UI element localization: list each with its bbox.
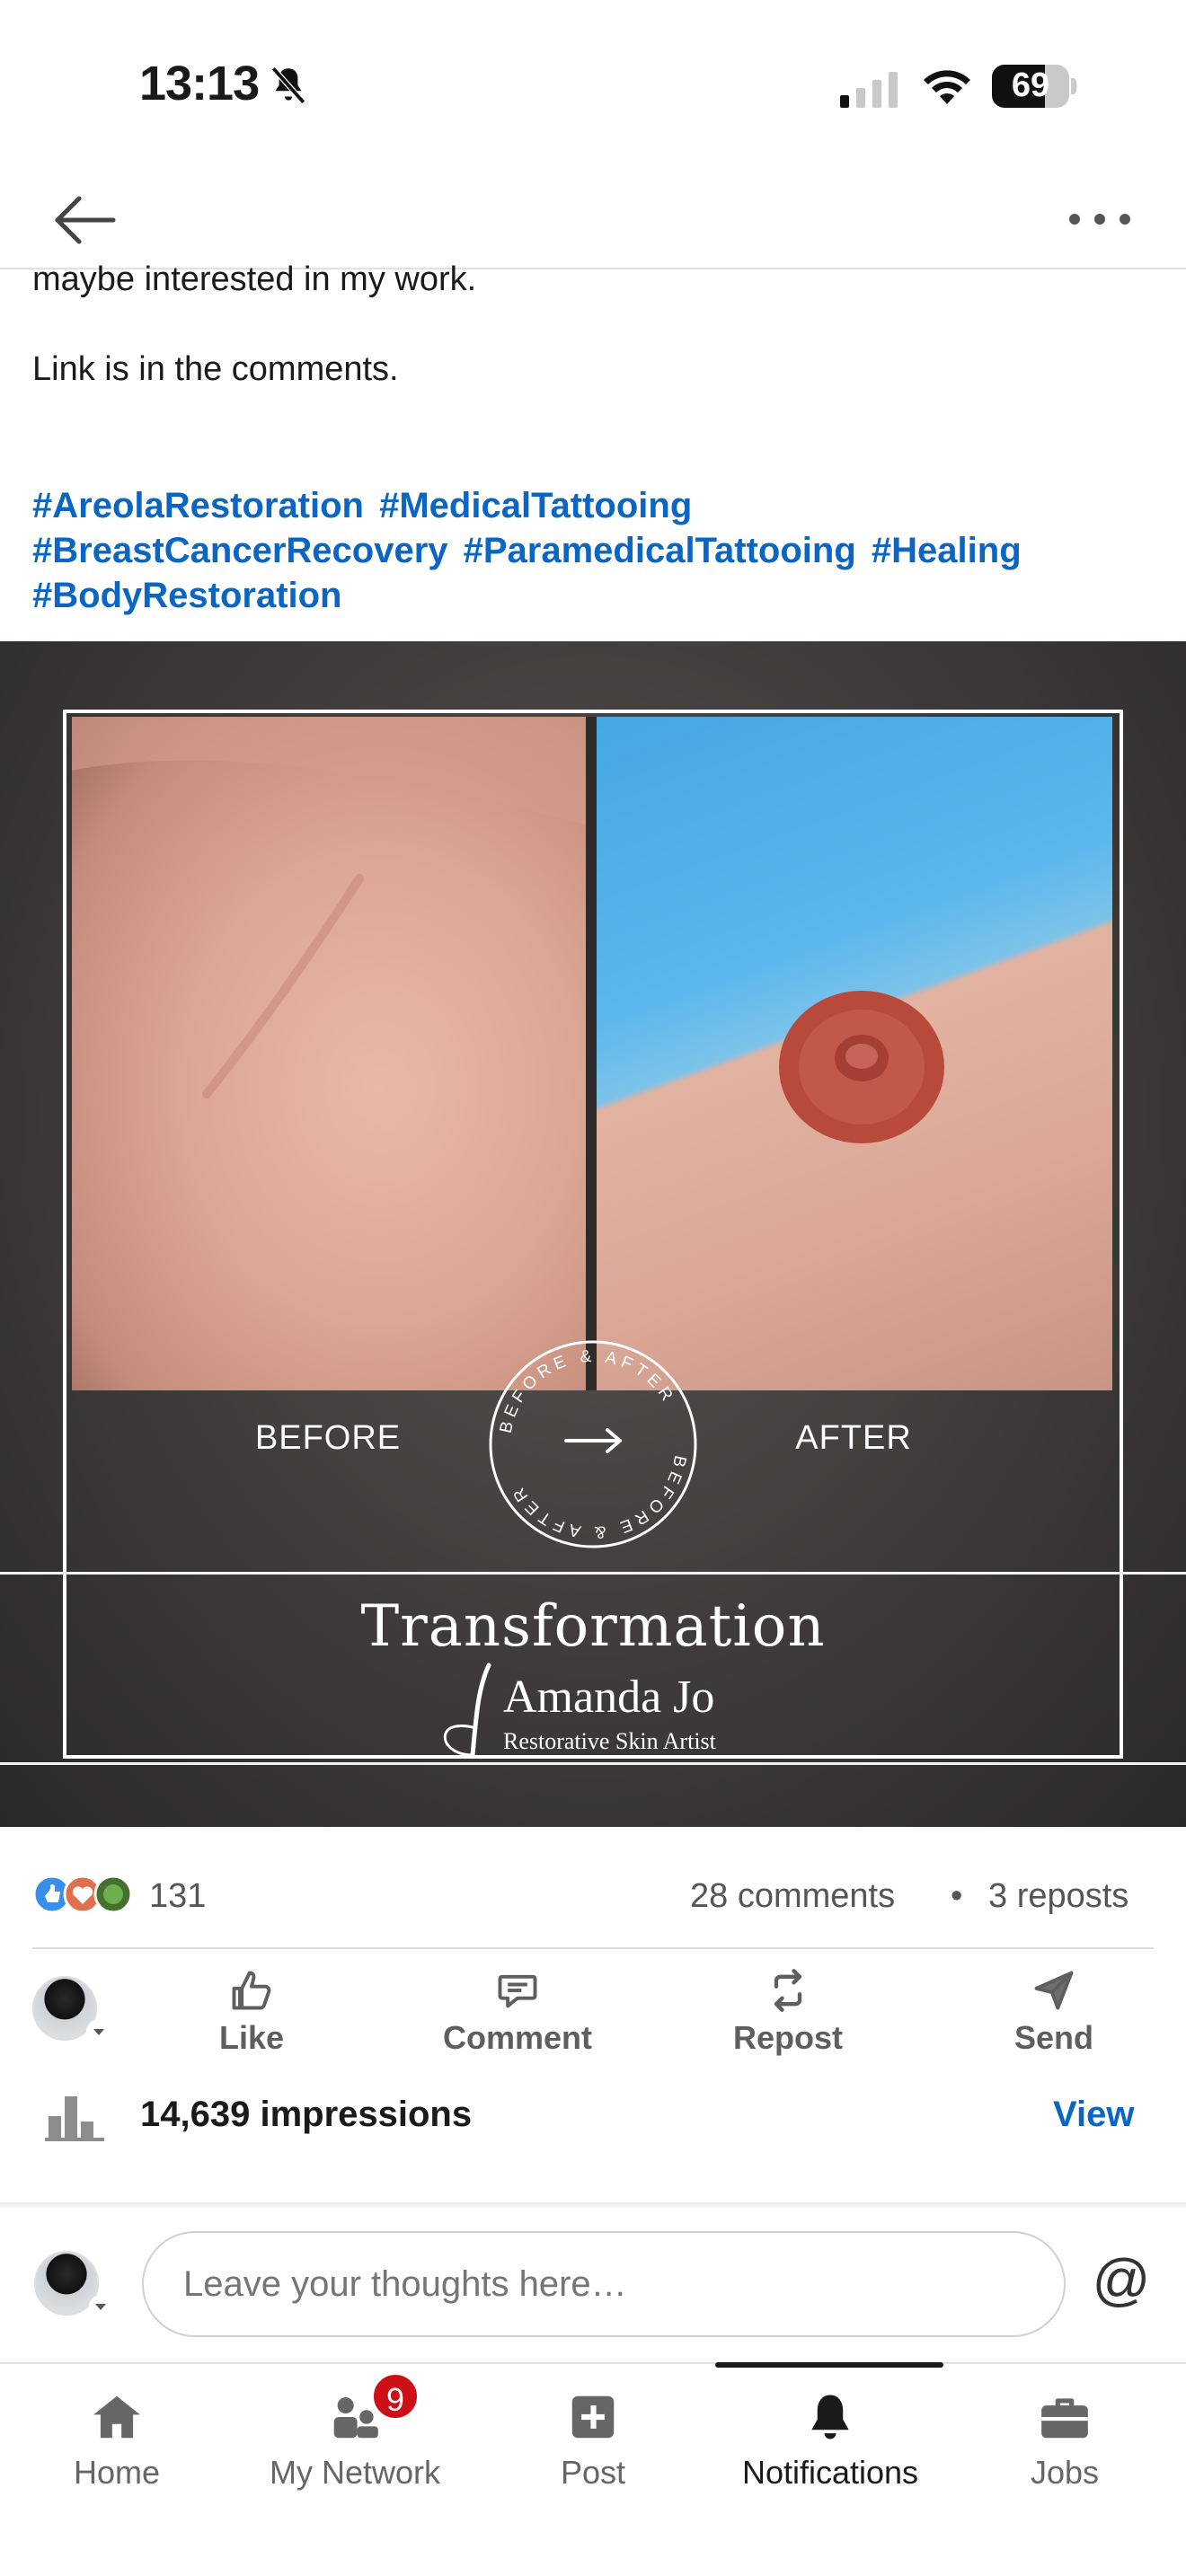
send-button[interactable]: Send [997,1967,1111,2057]
divider [32,1947,1154,1949]
nav-notifications-label: Notifications [741,2454,919,2491]
comment-composer: @ [0,2211,1186,2364]
impressions-row: 14,639 impressions View [0,2066,1186,2165]
mention-button[interactable]: @ [1089,2247,1154,2312]
cellular-signal-icon [840,72,898,108]
before-after-badge: BEFORE & AFTER BEFORE & AFTER [489,1340,697,1548]
more-options-icon[interactable] [1064,192,1136,246]
brand-logo-icon [443,1663,491,1758]
reaction-count[interactable]: 131 [149,1877,206,1916]
comment-input[interactable] [142,2231,1066,2337]
chevron-down-icon[interactable] [88,2294,113,2319]
send-label: Send [1013,2019,1093,2056]
image-rule [0,1762,1186,1765]
nav-post[interactable]: Post [530,2364,656,2491]
notification-badge: 9 [370,2371,420,2422]
brand-name: Amanda Jo [503,1672,715,1723]
briefcase-icon [1041,2398,1088,2439]
separator-dot: • [951,1877,963,1915]
bottom-navigation: Home My Network 9 Post Notifications Job… [0,2362,1186,2576]
comment-icon [498,1974,537,2008]
impressions-count: 14,639 impressions [140,2095,473,2134]
send-icon [1034,1971,1074,2010]
nav-post-label: Post [560,2454,626,2491]
like-button[interactable]: Like [198,1967,305,2057]
nav-my-network[interactable]: My Network [252,2364,458,2491]
hashtag-link[interactable]: #BreastCancerRecovery [32,531,448,570]
hashtag-link[interactable]: #MedicalTattooing [379,486,692,525]
repost-icon [774,1969,802,2012]
comment-button[interactable]: Comment [428,1967,607,2057]
hashtag-link[interactable]: #ParamedicalTattooing [464,531,856,570]
home-icon [93,2395,140,2439]
nav-jobs-label: Jobs [1030,2454,1100,2491]
nav-home[interactable]: Home [45,2364,189,2491]
nav-jobs[interactable]: Jobs [1006,2364,1123,2491]
nav-home-label: Home [73,2454,161,2491]
reposts-count[interactable]: 3 reposts [988,1877,1128,1916]
divider [0,2202,1186,2208]
brand-tagline: Restorative Skin Artist [503,1728,716,1754]
view-analytics-link[interactable]: View [1053,2095,1134,2135]
back-arrow-icon[interactable] [47,181,124,259]
chevron-down-icon[interactable] [86,2019,111,2044]
status-bar: 13:13 69 [0,0,1186,171]
nav-network-label: My Network [269,2454,441,2491]
plus-square-icon [571,2395,615,2439]
nav-notifications[interactable]: Notifications [715,2364,945,2491]
repost-label: Repost [732,2019,843,2056]
hashtag-link[interactable]: #BodyRestoration [32,576,342,615]
post-image[interactable]: BEFORE AFTER BEFORE & AFTER BEFORE & AFT… [0,641,1186,1827]
comment-label: Comment [442,2019,592,2056]
image-rule [0,1572,1186,1575]
wifi-icon [924,70,970,104]
battery-indicator: 69 [992,65,1076,108]
hashtag-link[interactable]: #Healing [872,531,1022,570]
post-text-line: Link is in the comments. [32,350,399,388]
after-label: AFTER [795,1419,912,1457]
post-text-line: maybe interested in my work. [32,260,477,298]
thumbs-up-icon [232,1971,271,2010]
social-counts: 131 28 comments • 3 reposts [0,1850,1186,1949]
like-label: Like [218,2019,285,2056]
image-title: Transformation [360,1593,826,1660]
bell-icon [811,2395,849,2439]
reaction-icons[interactable] [32,1872,140,1917]
status-time: 13:13 [139,57,260,110]
before-label: BEFORE [254,1419,402,1457]
post-action-bar: Like Comment Repost Send [0,1951,1186,2059]
repost-button[interactable]: Repost [719,1967,857,2057]
bar-chart-icon [45,2096,104,2141]
hashtag-list: #AreolaRestoration #MedicalTattooing #Br… [32,483,1164,618]
hashtag-link[interactable]: #AreolaRestoration [32,486,364,525]
battery-level: 69 [1011,66,1050,104]
bell-muted-icon [270,66,306,104]
comments-count[interactable]: 28 comments [690,1877,895,1916]
top-app-bar [0,171,1186,269]
